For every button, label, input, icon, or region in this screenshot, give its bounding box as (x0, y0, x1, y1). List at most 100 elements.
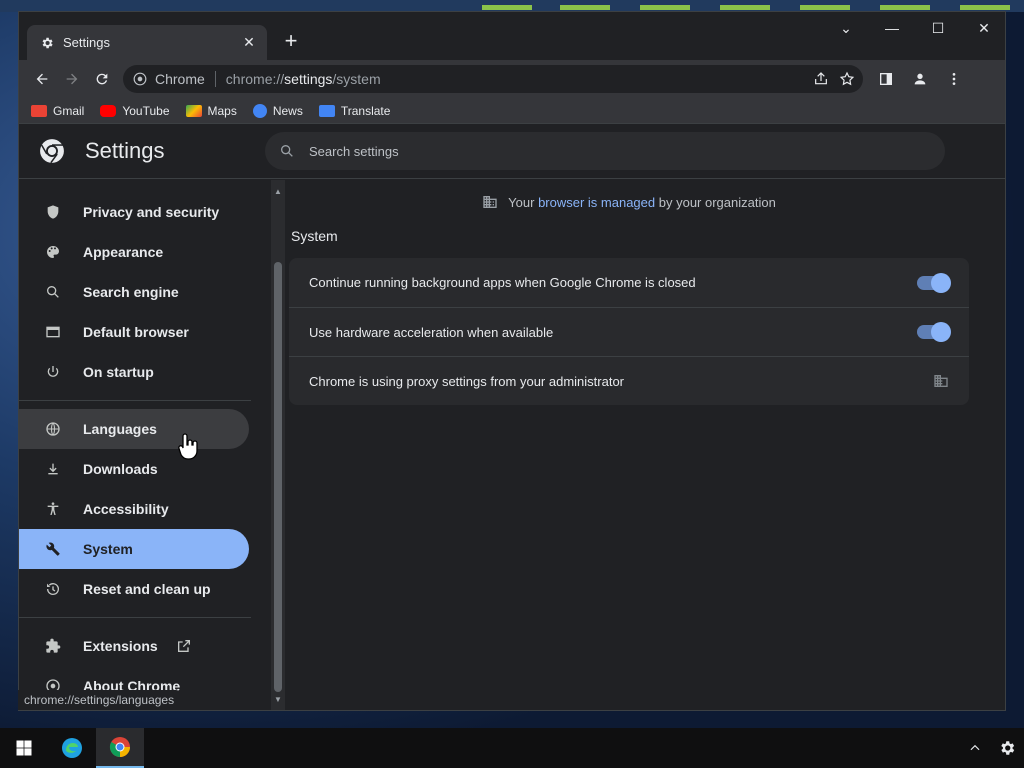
toolbar-right (871, 64, 969, 94)
chrome-chip: Chrome (133, 71, 205, 87)
close-tab-icon[interactable]: ✕ (241, 34, 257, 51)
managed-prefix: Your (508, 194, 535, 210)
puzzle-icon (43, 636, 63, 656)
desktop-decoration (482, 5, 532, 10)
side-panel-button[interactable] (871, 64, 901, 94)
gear-icon (39, 35, 55, 51)
start-button[interactable] (0, 728, 48, 768)
gmail-icon (31, 104, 47, 117)
building-icon (934, 375, 948, 387)
omnibox-divider (214, 71, 216, 87)
sidebar-item-label: Languages (83, 421, 157, 437)
managed-suffix: by your organization (658, 194, 776, 210)
status-bubble: chrome://settings/languages (18, 690, 181, 710)
taskbar-edge[interactable] (48, 728, 96, 768)
background-apps-toggle[interactable] (917, 272, 951, 293)
section-title: System (291, 228, 338, 244)
sidebar-item-reset[interactable]: Reset and clean up (19, 569, 249, 609)
setting-row-hardware-acceleration[interactable]: Use hardware acceleration when available (289, 307, 969, 356)
share-icon[interactable] (813, 71, 829, 87)
sidebar-item-label: Privacy and security (83, 204, 220, 220)
chip-label: Chrome (155, 71, 205, 87)
translate-icon (318, 104, 335, 117)
power-icon (43, 362, 63, 382)
omnibox-actions (813, 65, 855, 93)
settings-sidebar: Privacy and security Appearance Search e… (19, 180, 269, 710)
search-box[interactable] (265, 132, 945, 170)
download-icon (43, 459, 63, 479)
star-icon[interactable] (839, 71, 855, 87)
bookmark-translate[interactable]: Translate (318, 104, 390, 118)
setting-row-background-apps[interactable]: Continue running background apps when Go… (289, 258, 969, 307)
sidebar-item-search-engine[interactable]: Search engine (19, 272, 249, 312)
sidebar-item-label: Accessibility (83, 501, 169, 517)
url-path: /system (332, 71, 381, 87)
maximize-button[interactable]: ☐ (915, 12, 961, 44)
bookmark-label: Maps (207, 103, 237, 118)
sidebar-item-default-browser[interactable]: Default browser (19, 312, 249, 352)
sidebar-item-label: Default browser (83, 324, 189, 340)
toggle-knob (931, 322, 951, 342)
bookmark-maps[interactable]: Maps (185, 103, 237, 118)
settings-main: Your browser is managed by your organiza… (289, 180, 1005, 710)
address-bar[interactable]: Chrome chrome:// settings /system (123, 65, 863, 93)
taskbar-chrome[interactable] (96, 728, 144, 768)
scroll-up-icon[interactable]: ▲ (271, 184, 285, 198)
forward-button[interactable] (57, 64, 87, 94)
profile-button[interactable] (905, 64, 935, 94)
sidebar-item-privacy[interactable]: Privacy and security (19, 192, 249, 232)
hardware-acceleration-toggle[interactable] (917, 322, 951, 342)
sidebar-item-label: Appearance (83, 244, 164, 260)
scroll-thumb[interactable] (274, 262, 282, 692)
new-tab-button[interactable]: + (277, 27, 305, 55)
sidebar-item-system[interactable]: System (19, 529, 249, 569)
edge-icon (62, 738, 82, 758)
building-icon (483, 196, 497, 208)
managed-link[interactable]: browser is managed (538, 195, 655, 210)
browser-icon (43, 322, 63, 342)
desktop-decoration (560, 5, 610, 10)
sidebar-item-appearance[interactable]: Appearance (19, 232, 249, 272)
accessibility-icon (43, 499, 63, 519)
person-icon (914, 73, 926, 85)
sidebar-divider (19, 617, 251, 618)
gear-icon[interactable] (998, 739, 1016, 757)
menu-button[interactable] (939, 64, 969, 94)
setting-row-proxy: Chrome is using proxy settings from your… (289, 356, 969, 405)
page-title: Settings (85, 138, 165, 163)
palette-icon (43, 242, 63, 262)
tab-search-button[interactable]: ⌄ (823, 12, 869, 44)
reload-button[interactable] (87, 64, 117, 94)
sidebar-item-languages[interactable]: Languages (19, 409, 249, 449)
back-button[interactable] (27, 64, 57, 94)
chevron-up-icon[interactable] (968, 741, 982, 755)
sidebar-item-label: Reset and clean up (83, 581, 211, 597)
setting-label: Continue running background apps when Go… (309, 275, 696, 290)
chrome-icon (133, 72, 147, 86)
minimize-button[interactable]: — (869, 12, 915, 44)
tab-settings[interactable]: Settings ✕ (27, 25, 267, 60)
bookmark-news[interactable]: News (252, 103, 303, 118)
url-host: settings (284, 71, 333, 87)
bookmark-gmail[interactable]: Gmail (31, 104, 84, 118)
sidebar-scrollbar[interactable]: ▲ ▼ (271, 180, 285, 710)
search-input[interactable] (309, 143, 909, 159)
desktop-decoration (720, 5, 770, 10)
close-window-button[interactable]: ✕ (961, 12, 1007, 44)
sidebar-item-on-startup[interactable]: On startup (19, 352, 249, 392)
more-vert-icon (952, 73, 956, 85)
sidebar-item-extensions[interactable]: Extensions (19, 626, 249, 666)
scroll-down-icon[interactable]: ▼ (271, 692, 285, 706)
url-prefix: chrome:// (225, 71, 285, 87)
sidebar-item-accessibility[interactable]: Accessibility (19, 489, 249, 529)
tab-strip: Settings ✕ + ⌄ — ☐ ✕ (19, 12, 1005, 60)
bookmark-youtube[interactable]: YouTube (100, 104, 170, 118)
managed-notice: Your browser is managed by your organiza… (289, 194, 969, 210)
sidebar-item-downloads[interactable]: Downloads (19, 449, 249, 489)
youtube-icon (100, 104, 117, 117)
bookmark-label: News (272, 103, 303, 118)
open-in-new-icon (177, 640, 190, 652)
wrench-icon (43, 539, 63, 559)
chrome-icon (109, 737, 130, 758)
side-panel-icon (880, 73, 892, 85)
